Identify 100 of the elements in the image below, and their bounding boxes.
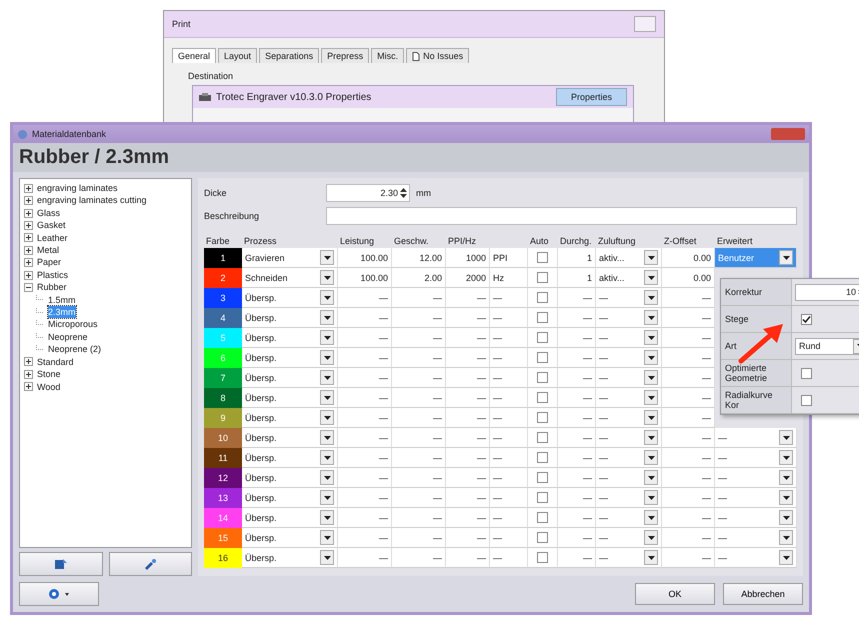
tree-item[interactable]: Glass (37, 206, 60, 220)
tree-item[interactable]: Neoprene (48, 330, 88, 344)
checkbox[interactable] (537, 312, 548, 323)
dropdown-button[interactable] (644, 530, 658, 545)
advanced-select[interactable]: — (715, 488, 797, 508)
dropdown-button[interactable] (320, 270, 334, 285)
table-cell[interactable]: — (338, 288, 392, 308)
table-cell[interactable]: — (392, 428, 446, 448)
dropdown-button[interactable] (644, 470, 658, 485)
tree-item[interactable]: Standard (37, 356, 74, 368)
expand-icon[interactable] (24, 370, 33, 379)
color-swatch[interactable]: 13 (204, 488, 242, 508)
dropdown-button[interactable] (644, 390, 658, 405)
dropdown-button[interactable] (779, 550, 793, 565)
dropdown-button[interactable] (779, 430, 793, 445)
checkbox[interactable] (537, 272, 548, 283)
table-cell[interactable]: — (490, 388, 528, 408)
advanced-select[interactable]: — (715, 548, 797, 568)
table-cell[interactable]: — (558, 528, 596, 548)
air-select[interactable]: — (596, 468, 662, 488)
table-cell[interactable]: — (558, 488, 596, 508)
dropdown-button[interactable] (779, 450, 793, 465)
dropdown-button[interactable] (644, 270, 658, 285)
table-cell[interactable]: 1 (558, 268, 596, 288)
settings-button[interactable] (19, 582, 99, 606)
tab[interactable]: No Issues (406, 48, 470, 63)
type-select[interactable]: Rund (795, 338, 859, 354)
dropdown-button[interactable] (644, 450, 658, 465)
table-cell[interactable]: — (338, 328, 392, 348)
dropdown-button[interactable] (644, 510, 658, 525)
tab[interactable]: Layout (218, 48, 258, 63)
checkbox[interactable] (537, 512, 548, 523)
table-cell[interactable]: — (490, 508, 528, 528)
air-select[interactable]: — (596, 328, 662, 348)
process-select[interactable]: Übersp. (242, 468, 338, 488)
dropdown-button[interactable] (779, 470, 793, 485)
tree-item[interactable]: Metal (37, 244, 60, 256)
correction-field[interactable]: 10 (795, 284, 859, 300)
air-select[interactable]: — (596, 448, 662, 468)
spinner-icon[interactable] (400, 186, 407, 198)
tree-item[interactable]: Plastics (37, 268, 68, 282)
expand-icon[interactable] (24, 258, 33, 268)
table-cell[interactable]: — (490, 428, 528, 448)
table-cell[interactable]: — (392, 288, 446, 308)
table-cell[interactable]: — (558, 348, 596, 368)
checkbox[interactable] (537, 352, 548, 363)
table-cell[interactable]: — (490, 288, 528, 308)
table-cell[interactable]: PPI (490, 248, 528, 268)
table-cell[interactable]: — (662, 368, 715, 388)
table-cell[interactable]: — (558, 388, 596, 408)
add-material-button[interactable] (19, 552, 102, 576)
checkbox[interactable] (537, 472, 548, 483)
dropdown-button[interactable] (320, 250, 334, 265)
expand-icon[interactable] (24, 270, 33, 280)
properties-button[interactable]: Properties (556, 88, 627, 106)
table-cell[interactable]: — (446, 448, 490, 468)
tab[interactable]: Separations (259, 48, 320, 63)
process-select[interactable]: Übersp. (242, 368, 338, 388)
table-cell[interactable]: — (558, 548, 596, 568)
checkbox[interactable] (801, 314, 812, 324)
process-select[interactable]: Übersp. (242, 348, 338, 368)
dropdown-button[interactable] (320, 330, 334, 345)
checkbox[interactable] (537, 392, 548, 403)
expand-icon[interactable] (24, 208, 33, 218)
checkbox[interactable] (537, 492, 548, 503)
table-cell[interactable]: — (446, 348, 490, 368)
dropdown-button[interactable] (779, 490, 793, 505)
tree-item[interactable]: Rubber (37, 281, 67, 294)
dropdown-button[interactable] (644, 430, 658, 445)
table-cell[interactable]: — (558, 308, 596, 328)
dropdown-button[interactable] (644, 350, 658, 365)
table-cell[interactable]: 12.00 (392, 248, 446, 268)
table-cell[interactable]: — (662, 328, 715, 348)
dropdown-button[interactable] (644, 550, 658, 565)
table-cell[interactable]: — (558, 328, 596, 348)
table-cell[interactable]: — (392, 388, 446, 408)
table-cell[interactable]: — (392, 408, 446, 428)
table-cell[interactable]: — (392, 468, 446, 488)
table-cell[interactable]: — (558, 508, 596, 528)
air-select[interactable]: — (596, 368, 662, 388)
color-swatch[interactable]: 10 (204, 428, 242, 448)
table-cell[interactable]: — (662, 348, 715, 368)
advanced-select[interactable]: — (715, 448, 797, 468)
table-cell[interactable]: — (490, 448, 528, 468)
air-select[interactable]: — (596, 348, 662, 368)
checkbox[interactable] (537, 292, 548, 303)
tab[interactable]: Misc. (371, 48, 404, 63)
dropdown-button[interactable] (779, 250, 793, 265)
air-select[interactable]: — (596, 508, 662, 528)
color-swatch[interactable]: 16 (204, 548, 242, 568)
advanced-select[interactable]: — (715, 508, 797, 528)
dropdown-button[interactable] (320, 350, 334, 365)
tree-item[interactable]: Paper (37, 256, 62, 269)
dropdown-button[interactable] (320, 550, 334, 565)
table-cell[interactable]: — (490, 468, 528, 488)
table-cell[interactable]: — (392, 448, 446, 468)
process-select[interactable]: Übersp. (242, 288, 338, 308)
checkbox[interactable] (537, 552, 548, 563)
table-cell[interactable]: — (662, 308, 715, 328)
advanced-select[interactable]: — (715, 468, 797, 488)
